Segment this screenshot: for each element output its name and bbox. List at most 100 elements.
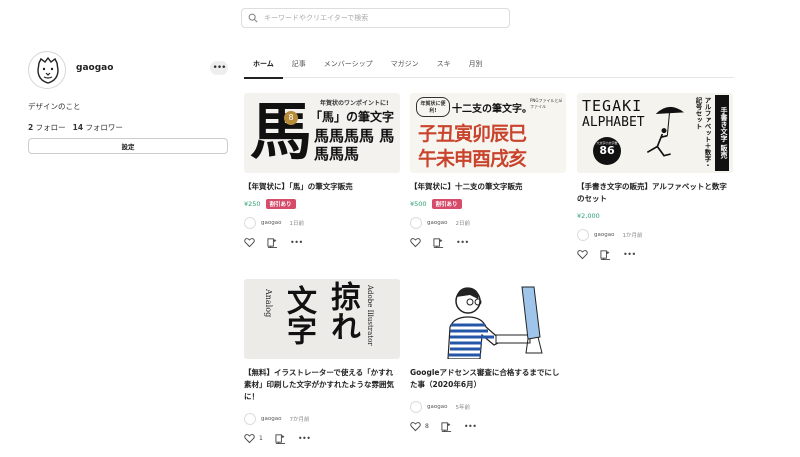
tab-likes[interactable]: スキ: [428, 56, 460, 78]
magazine-icon: [441, 421, 451, 432]
author-avatar[interactable]: [577, 229, 589, 241]
tab-monthly[interactable]: 月別: [460, 56, 492, 78]
more-icon[interactable]: •••: [464, 422, 477, 431]
author-avatar[interactable]: [244, 413, 256, 425]
magazine-icon: [267, 237, 278, 248]
username[interactable]: gaogao: [76, 63, 113, 73]
thumb-vertical-label-1: 手書き文字 販売: [715, 95, 729, 171]
like-button[interactable]: [244, 237, 255, 248]
author-name[interactable]: gaogao: [427, 220, 447, 226]
article-thumbnail[interactable]: [410, 279, 566, 359]
heart-icon: [244, 237, 255, 247]
thumb-big-text-1: 文字: [281, 285, 316, 345]
add-to-magazine-button[interactable]: [433, 237, 444, 248]
add-to-magazine-button[interactable]: [267, 237, 278, 248]
thumb-row-2: 午未申酉戌亥: [418, 148, 527, 170]
search-input[interactable]: [264, 14, 494, 22]
post-time: 7か月前: [289, 417, 310, 423]
add-to-magazine-button[interactable]: [275, 433, 286, 444]
follow-link[interactable]: 2 フォロー: [28, 122, 66, 133]
magazine-icon: [600, 249, 611, 260]
add-to-magazine-button[interactable]: [441, 421, 452, 432]
thumb-seal: 大文字小文字数 86: [593, 137, 621, 165]
settings-button[interactable]: 設定: [28, 138, 228, 154]
author-avatar[interactable]: [410, 217, 422, 229]
article-meta: gaogao 5年前: [410, 401, 566, 413]
article-title[interactable]: 【手書き文字の販売】アルファベットと数字のセット: [577, 181, 733, 205]
like-button[interactable]: [410, 237, 421, 248]
article-card[interactable]: TEGAKI ALPHABET 大文字小文字数 86 手書き文字 販売 アルファ…: [577, 93, 733, 260]
article-title[interactable]: 【年賀状に】「馬」の筆文字販売: [244, 181, 400, 193]
article-title[interactable]: 【無料】イラストレーターで使える「かすれ素材」印刷した文字がかすれたような雰囲気…: [244, 367, 400, 403]
like-count: 8: [425, 422, 429, 430]
article-card[interactable]: 年賀状に便利! 十二支の筆文字。 PNGファイルとaiファイル 子丑寅卯辰巳 午…: [410, 93, 566, 248]
article-card[interactable]: Googleアドセンス審査に合格するまでにした事（2020年6月） gaogao…: [410, 279, 566, 432]
more-icon[interactable]: •••: [298, 434, 311, 443]
heart-icon: [410, 421, 421, 431]
author-avatar[interactable]: [244, 217, 256, 229]
article-actions: •••: [410, 236, 566, 248]
person-with-umbrella-illustration: [646, 106, 684, 157]
article-card[interactable]: Analog 文字 掠れ Adobe Illustrator 【無料】イラストレ…: [244, 279, 400, 444]
author-name[interactable]: gaogao: [427, 404, 447, 410]
follow-count: 2: [28, 123, 34, 132]
person-at-computer-illustration: [447, 286, 543, 359]
article-meta: gaogao 1か月前: [577, 229, 733, 241]
avatar[interactable]: [28, 51, 66, 89]
post-time: 1か月前: [622, 233, 643, 239]
thumb-badge-number: 8: [284, 111, 298, 125]
follower-link[interactable]: 14 フォロワー: [73, 122, 123, 133]
tab-articles[interactable]: 記事: [283, 56, 315, 78]
price-row: ¥500 割引あり: [410, 199, 566, 209]
article-thumbnail[interactable]: 年賀状に便利! 十二支の筆文字。 PNGファイルとaiファイル 子丑寅卯辰巳 午…: [410, 93, 566, 173]
more-icon[interactable]: •••: [623, 250, 636, 259]
thumb-note: PNGファイルとaiファイル: [530, 98, 563, 109]
like-button[interactable]: 8: [410, 421, 429, 432]
post-time: 5年前: [455, 405, 470, 411]
article-title[interactable]: Googleアドセンス審査に合格するまでにした事（2020年6月）: [410, 367, 566, 391]
price-row: ¥250 割引あり: [244, 199, 400, 209]
thumb-vertical-label-2: アルファベット＋数字・記号セット: [694, 97, 711, 169]
add-to-magazine-button[interactable]: [600, 249, 611, 260]
tab-bar: ホーム 記事 メンバーシップ マガジン スキ 月別: [244, 56, 734, 79]
article-card[interactable]: 馬 8 年賀状のワンポイントに! 「馬」の筆文字 馬馬馬馬 馬馬馬馬 【年賀状に…: [244, 93, 400, 248]
search-bar[interactable]: [241, 8, 510, 28]
tab-magazine[interactable]: マガジン: [382, 56, 428, 78]
thumb-seal-number: 86: [599, 144, 615, 157]
more-icon[interactable]: •••: [456, 238, 469, 247]
author-avatar[interactable]: [410, 401, 422, 413]
like-button[interactable]: [577, 249, 588, 260]
article-thumbnail[interactable]: Analog 文字 掠れ Adobe Illustrator: [244, 279, 400, 359]
author-name[interactable]: gaogao: [261, 220, 281, 226]
like-button[interactable]: 1: [244, 433, 263, 444]
thumb-tagline: 年賀状のワンポイントに!: [320, 100, 389, 107]
article-actions: 8 •••: [410, 420, 566, 432]
more-options-button[interactable]: •••: [210, 61, 228, 75]
tab-membership[interactable]: メンバーシップ: [315, 56, 382, 78]
magazine-icon: [433, 237, 444, 248]
tab-home[interactable]: ホーム: [244, 56, 283, 79]
heart-icon: [244, 433, 255, 443]
article-title[interactable]: 【年賀状に】十二支の筆文字販売: [410, 181, 566, 193]
thumb-side-label-2: Adobe Illustrator: [366, 285, 374, 346]
like-count: 1: [259, 434, 263, 442]
article-thumbnail[interactable]: 馬 8 年賀状のワンポイントに! 「馬」の筆文字 馬馬馬馬 馬馬馬馬: [244, 93, 400, 173]
article-thumbnail[interactable]: TEGAKI ALPHABET 大文字小文字数 86 手書き文字 販売 アルファ…: [577, 93, 733, 173]
heart-icon: [410, 237, 421, 247]
profile-bio: デザインのこと: [28, 102, 81, 111]
thumb-big-char: 馬: [250, 95, 313, 168]
follower-count: 14: [72, 123, 84, 132]
article-meta: gaogao 1日前: [244, 217, 400, 229]
author-name[interactable]: gaogao: [594, 232, 614, 238]
author-name[interactable]: gaogao: [261, 416, 281, 422]
thumb-heading: 「馬」の筆文字: [310, 110, 395, 124]
thumb-side-label-1: Analog: [264, 289, 273, 318]
follow-stats: 2 フォロー 14 フォロワー: [28, 122, 123, 133]
discount-badge: 割引あり: [431, 199, 462, 209]
more-icon[interactable]: •••: [290, 238, 303, 247]
price: ¥500: [410, 200, 427, 208]
thumb-row-1: 子丑寅卯辰巳: [418, 123, 527, 145]
heart-icon: [577, 249, 588, 259]
thumb-big-text-2: 掠れ: [325, 281, 360, 341]
follow-label: フォロー: [35, 123, 66, 132]
